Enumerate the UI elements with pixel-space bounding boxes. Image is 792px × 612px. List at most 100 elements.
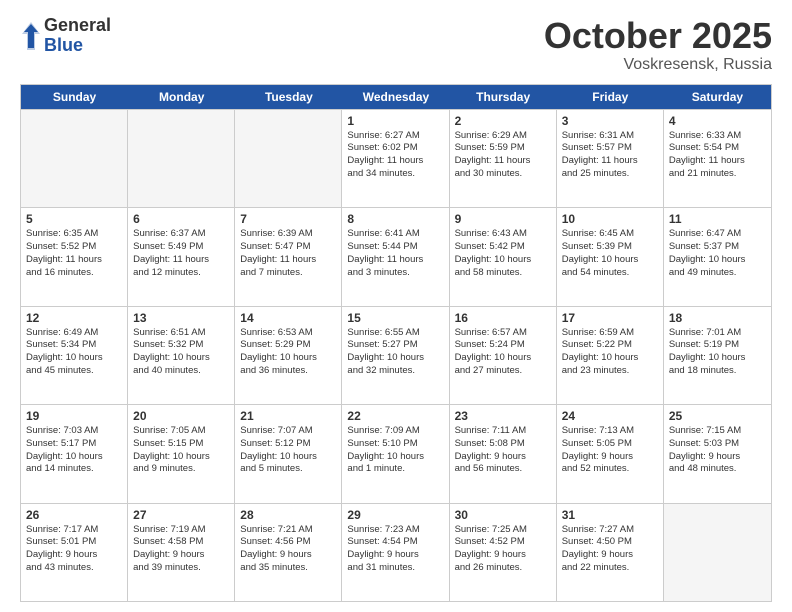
day-cell-13: 13 Sunrise: 6:51 AM Sunset: 5:32 PM Dayli… [128,307,235,404]
day-number: 11 [669,212,766,226]
day-cell-31: 31 Sunrise: 7:27 AM Sunset: 4:50 PM Dayli… [557,504,664,601]
day-number: 18 [669,311,766,325]
day-cell-16: 16Sunrise: 6:57 AM Sunset: 5:24 PM Dayli… [450,307,557,404]
day-cell-9: 9 Sunrise: 6:43 AM Sunset: 5:42 PM Daylig… [450,208,557,305]
day-cell-14: 14 Sunrise: 6:53 AM Sunset: 5:29 PM Dayli… [235,307,342,404]
day-number: 5 [26,212,122,226]
calendar-page: General Blue October 2025 Voskresensk, R… [0,0,792,612]
day-number: 4 [669,114,766,128]
day-cell-3: 3 Sunrise: 6:31 AM Sunset: 5:57 PM Daylig… [557,110,664,207]
day-info: Sunrise: 7:01 AM Sunset: 5:19 PM Dayligh… [669,327,766,378]
day-info: Sunrise: 6:33 AM Sunset: 5:54 PM Dayligh… [669,130,766,181]
day-header-sunday: Sunday [21,85,128,109]
day-cell-10: 10Sunrise: 6:45 AM Sunset: 5:39 PM Dayli… [557,208,664,305]
day-info: Sunrise: 6:51 AM Sunset: 5:32 PM Dayligh… [133,327,229,378]
empty-cell-4-6 [664,504,771,601]
day-number: 27 [133,508,229,522]
day-header-wednesday: Wednesday [342,85,449,109]
empty-cell-0-1 [128,110,235,207]
day-cell-26: 26Sunrise: 7:17 AM Sunset: 5:01 PM Dayli… [21,504,128,601]
day-cell-27: 27 Sunrise: 7:19 AM Sunset: 4:58 PM Dayli… [128,504,235,601]
header: General Blue October 2025 Voskresensk, R… [20,16,772,74]
day-info: Sunrise: 7:23 AM Sunset: 4:54 PM Dayligh… [347,524,443,575]
day-number: 15 [347,311,443,325]
day-info: Sunrise: 7:19 AM Sunset: 4:58 PM Dayligh… [133,524,229,575]
calendar-body: 1 Sunrise: 6:27 AM Sunset: 6:02 PM Daylig… [21,109,771,601]
calendar: SundayMondayTuesdayWednesdayThursdayFrid… [20,84,772,602]
day-cell-28: 28Sunrise: 7:21 AM Sunset: 4:56 PM Dayli… [235,504,342,601]
day-info: Sunrise: 6:35 AM Sunset: 5:52 PM Dayligh… [26,228,122,279]
day-info: Sunrise: 6:29 AM Sunset: 5:59 PM Dayligh… [455,130,551,181]
day-info: Sunrise: 7:13 AM Sunset: 5:05 PM Dayligh… [562,425,658,476]
day-info: Sunrise: 6:37 AM Sunset: 5:49 PM Dayligh… [133,228,229,279]
day-number: 20 [133,409,229,423]
day-cell-7: 7Sunrise: 6:39 AM Sunset: 5:47 PM Daylig… [235,208,342,305]
day-info: Sunrise: 7:25 AM Sunset: 4:52 PM Dayligh… [455,524,551,575]
day-number: 17 [562,311,658,325]
day-number: 13 [133,311,229,325]
day-number: 1 [347,114,443,128]
logo-text: General Blue [44,16,111,56]
day-cell-24: 24 Sunrise: 7:13 AM Sunset: 5:05 PM Dayli… [557,405,664,502]
day-info: Sunrise: 6:59 AM Sunset: 5:22 PM Dayligh… [562,327,658,378]
day-info: Sunrise: 7:21 AM Sunset: 4:56 PM Dayligh… [240,524,336,575]
day-info: Sunrise: 7:11 AM Sunset: 5:08 PM Dayligh… [455,425,551,476]
day-number: 21 [240,409,336,423]
day-number: 14 [240,311,336,325]
calendar-row-2: 5 Sunrise: 6:35 AM Sunset: 5:52 PM Daylig… [21,207,771,305]
day-cell-4: 4 Sunrise: 6:33 AM Sunset: 5:54 PM Daylig… [664,110,771,207]
day-number: 19 [26,409,122,423]
day-info: Sunrise: 6:31 AM Sunset: 5:57 PM Dayligh… [562,130,658,181]
day-cell-6: 6 Sunrise: 6:37 AM Sunset: 5:49 PM Daylig… [128,208,235,305]
day-cell-25: 25 Sunrise: 7:15 AM Sunset: 5:03 PM Dayli… [664,405,771,502]
day-number: 24 [562,409,658,423]
day-number: 6 [133,212,229,226]
month-title: October 2025 [544,16,772,56]
empty-cell-0-0 [21,110,128,207]
day-info: Sunrise: 7:15 AM Sunset: 5:03 PM Dayligh… [669,425,766,476]
day-number: 23 [455,409,551,423]
day-cell-20: 20 Sunrise: 7:05 AM Sunset: 5:15 PM Dayli… [128,405,235,502]
day-info: Sunrise: 7:09 AM Sunset: 5:10 PM Dayligh… [347,425,443,476]
day-cell-18: 18 Sunrise: 7:01 AM Sunset: 5:19 PM Dayli… [664,307,771,404]
day-number: 2 [455,114,551,128]
day-number: 29 [347,508,443,522]
day-number: 3 [562,114,658,128]
calendar-row-5: 26Sunrise: 7:17 AM Sunset: 5:01 PM Dayli… [21,503,771,601]
calendar-row-4: 19 Sunrise: 7:03 AM Sunset: 5:17 PM Dayli… [21,404,771,502]
day-info: Sunrise: 6:27 AM Sunset: 6:02 PM Dayligh… [347,130,443,181]
day-cell-15: 15Sunrise: 6:55 AM Sunset: 5:27 PM Dayli… [342,307,449,404]
day-info: Sunrise: 6:53 AM Sunset: 5:29 PM Dayligh… [240,327,336,378]
day-number: 31 [562,508,658,522]
day-cell-1: 1 Sunrise: 6:27 AM Sunset: 6:02 PM Daylig… [342,110,449,207]
day-info: Sunrise: 6:49 AM Sunset: 5:34 PM Dayligh… [26,327,122,378]
day-info: Sunrise: 6:41 AM Sunset: 5:44 PM Dayligh… [347,228,443,279]
day-info: Sunrise: 7:05 AM Sunset: 5:15 PM Dayligh… [133,425,229,476]
logo-general-text: General [44,16,111,36]
day-info: Sunrise: 6:47 AM Sunset: 5:37 PM Dayligh… [669,228,766,279]
day-header-monday: Monday [128,85,235,109]
day-info: Sunrise: 6:45 AM Sunset: 5:39 PM Dayligh… [562,228,658,279]
day-header-thursday: Thursday [450,85,557,109]
day-info: Sunrise: 7:03 AM Sunset: 5:17 PM Dayligh… [26,425,122,476]
day-header-saturday: Saturday [664,85,771,109]
day-header-friday: Friday [557,85,664,109]
day-info: Sunrise: 7:27 AM Sunset: 4:50 PM Dayligh… [562,524,658,575]
day-cell-11: 11 Sunrise: 6:47 AM Sunset: 5:37 PM Dayli… [664,208,771,305]
day-number: 26 [26,508,122,522]
location: Voskresensk, Russia [544,56,772,74]
logo-blue-text: Blue [44,36,111,56]
day-cell-21: 21Sunrise: 7:07 AM Sunset: 5:12 PM Dayli… [235,405,342,502]
day-cell-8: 8 Sunrise: 6:41 AM Sunset: 5:44 PM Daylig… [342,208,449,305]
calendar-header: SundayMondayTuesdayWednesdayThursdayFrid… [21,85,771,109]
day-cell-22: 22Sunrise: 7:09 AM Sunset: 5:10 PM Dayli… [342,405,449,502]
calendar-row-1: 1 Sunrise: 6:27 AM Sunset: 6:02 PM Daylig… [21,109,771,207]
day-cell-12: 12Sunrise: 6:49 AM Sunset: 5:34 PM Dayli… [21,307,128,404]
day-cell-19: 19 Sunrise: 7:03 AM Sunset: 5:17 PM Dayli… [21,405,128,502]
day-number: 9 [455,212,551,226]
day-number: 8 [347,212,443,226]
day-info: Sunrise: 6:43 AM Sunset: 5:42 PM Dayligh… [455,228,551,279]
day-number: 7 [240,212,336,226]
day-header-tuesday: Tuesday [235,85,342,109]
day-number: 25 [669,409,766,423]
